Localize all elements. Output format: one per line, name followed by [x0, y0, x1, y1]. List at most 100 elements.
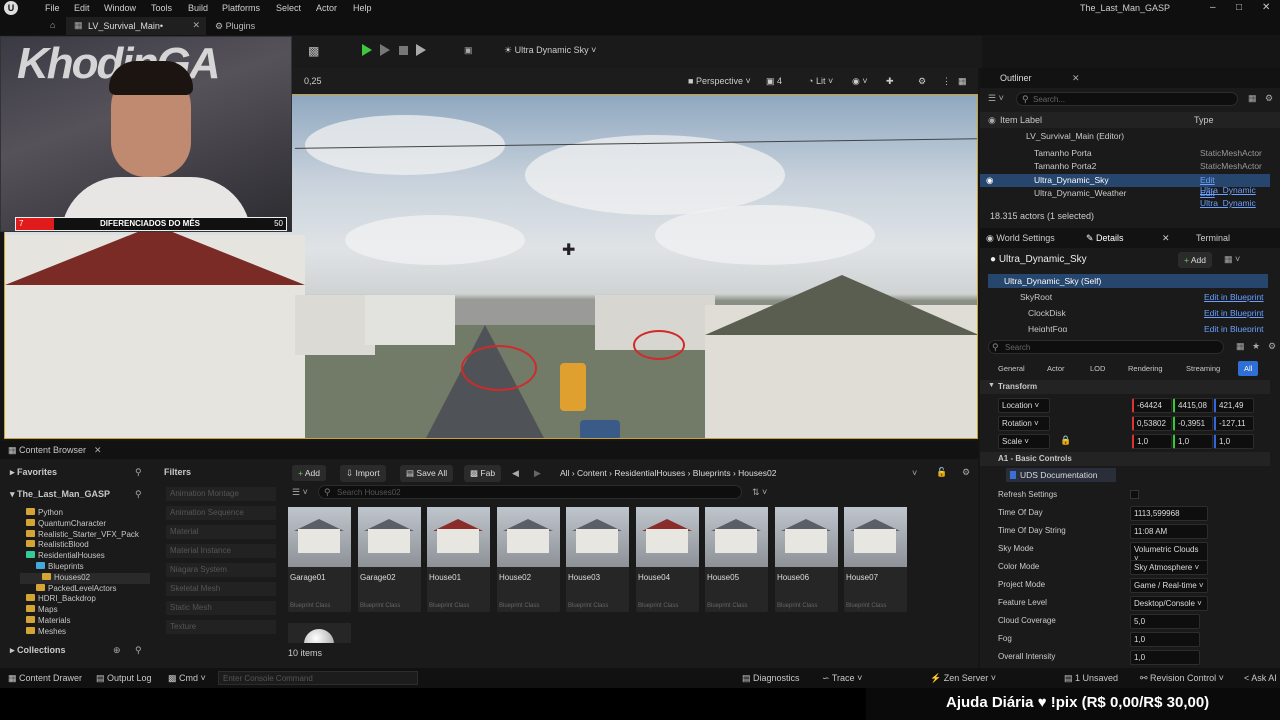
layout-icon[interactable]: ⋮	[942, 76, 951, 87]
tab-terminal[interactable]: Terminal	[1196, 233, 1230, 243]
folder-item[interactable]: Meshes	[20, 626, 150, 638]
select-mode-icon[interactable]: ▩	[308, 44, 319, 58]
filter-icon[interactable]: ☰ ˅	[988, 93, 1004, 104]
tab-close-icon[interactable]: ✕	[192, 20, 200, 31]
table-view-icon[interactable]: ▦	[1236, 341, 1245, 352]
breadcrumb-item[interactable]: Houses02	[738, 468, 776, 478]
camera-icon[interactable]: ▣	[464, 45, 473, 56]
save-all-button[interactable]: ▤ Save All	[400, 465, 454, 482]
asset-tile[interactable]: House04 Blueprint Class	[636, 507, 699, 612]
expand-icon[interactable]: ▼	[988, 382, 995, 389]
overall-intensity-slider[interactable]: 1,0	[1130, 650, 1200, 665]
menu-tools[interactable]: Tools	[151, 3, 172, 13]
zen-server-button[interactable]: ⚡ Zen Server ˅	[930, 673, 996, 684]
rotation-z[interactable]: -127,11	[1214, 416, 1254, 431]
folder-item[interactable]: ResidentialHouses	[20, 551, 150, 562]
component-item[interactable]: HeightFog	[1028, 324, 1067, 332]
asset-tile[interactable]: House06 Blueprint Class	[775, 507, 838, 612]
search-icon[interactable]: ⚲	[135, 489, 142, 500]
asset-tile-partial[interactable]	[288, 623, 351, 643]
asset-tile[interactable]: Garage01 Blueprint Class	[288, 507, 351, 612]
folder-item[interactable]: HDRI_Backdrop	[20, 594, 150, 605]
outliner-search-input[interactable]: Search...	[1016, 92, 1238, 106]
time-of-day-field[interactable]: 1113,599968	[1130, 506, 1208, 521]
minimize-icon[interactable]: –	[1210, 2, 1216, 13]
lit-button[interactable]: ◔ Lit ˅	[808, 76, 833, 86]
outliner-row-selected[interactable]: ◉ Ultra_Dynamic_Sky Edit Ultra_Dynamic	[980, 174, 1270, 195]
add-component-button[interactable]: + Add	[1178, 252, 1212, 268]
cmd-dropdown[interactable]: ▩ Cmd ˅	[168, 673, 206, 684]
menu-window[interactable]: Window	[104, 3, 136, 13]
filter-streaming[interactable]: Streaming	[1186, 364, 1220, 373]
add-folder-icon[interactable]: ▦	[1248, 93, 1257, 104]
asset-tile[interactable]: House03 Blueprint Class	[566, 507, 629, 612]
grid-icon[interactable]: ▦	[958, 76, 967, 87]
tab-plugins[interactable]: ⚙ Plugins	[215, 21, 255, 32]
asset-tile[interactable]: House07 Blueprint Class	[844, 507, 907, 612]
folder-item[interactable]: PackedLevelActors	[20, 583, 150, 595]
search-icon[interactable]: ⚲	[135, 467, 142, 478]
menu-help[interactable]: Help	[353, 3, 372, 13]
basic-controls-header[interactable]: A1 - Basic Controls	[980, 452, 1270, 466]
perspective-button[interactable]: ■ Perspective ˅	[688, 76, 751, 86]
import-button[interactable]: ⇩ Import	[340, 465, 386, 482]
edit-in-blueprint-link[interactable]: Edit in Blueprint	[1204, 292, 1264, 302]
trace-button[interactable]: ∽ Trace ˅	[822, 673, 862, 684]
search-icon[interactable]: ⚲	[135, 645, 142, 656]
component-item[interactable]: SkyRoot	[1020, 292, 1052, 302]
console-input[interactable]: Enter Console Command	[218, 671, 418, 685]
filter-item[interactable]: Material Instance	[166, 544, 276, 558]
add-collection-icon[interactable]: ⊕	[113, 645, 121, 656]
stop-button[interactable]	[399, 46, 408, 55]
color-mode-dropdown[interactable]: Sky Atmosphere ˅	[1130, 560, 1208, 575]
filter-item[interactable]: Static Mesh	[166, 601, 276, 615]
play-button[interactable]	[362, 44, 372, 56]
blueprint-options-icon[interactable]: ▦ ˅	[1224, 254, 1240, 265]
rotation-y[interactable]: -0,3951	[1173, 416, 1213, 431]
tab-details[interactable]: ✎ Details	[1086, 233, 1124, 244]
outliner-row[interactable]: Tamanho Porta2 StaticMeshActor	[980, 161, 1270, 174]
ask-ai-button[interactable]: < Ask AI	[1244, 673, 1277, 683]
location-dropdown[interactable]: Location ˅	[998, 398, 1050, 413]
folder-item[interactable]: Blueprints	[20, 561, 150, 573]
folder-item[interactable]: RealisticBlood	[20, 540, 150, 551]
rotation-x[interactable]: 0,53802	[1132, 416, 1172, 431]
menu-platforms[interactable]: Platforms	[222, 3, 260, 13]
visibility-icon[interactable]: ◉	[988, 115, 996, 126]
feature-level-dropdown[interactable]: Desktop/Console ˅	[1130, 596, 1208, 611]
outliner-row[interactable]: Tamanho Porta StaticMeshActor	[980, 148, 1270, 161]
location-y[interactable]: 4415,08	[1173, 398, 1213, 413]
outliner-row[interactable]: Ultra_Dynamic_Weather Edit Ultra_Dynamic	[980, 188, 1270, 208]
fog-slider[interactable]: 1,0	[1130, 632, 1200, 647]
fov-button[interactable]: ▣ 4	[766, 76, 782, 87]
filter-item[interactable]: Texture	[166, 620, 276, 634]
cb-close-icon[interactable]: ✕	[94, 445, 102, 456]
location-x[interactable]: -64424	[1132, 398, 1172, 413]
selection-gizmo[interactable]	[633, 330, 685, 360]
settings-icon[interactable]: ⚙	[1265, 93, 1273, 104]
scale-x[interactable]: 1,0	[1132, 434, 1172, 449]
add-button[interactable]: + Add	[292, 465, 326, 481]
scale-z[interactable]: 1,0	[1214, 434, 1254, 449]
filter-item[interactable]: Animation Montage	[166, 487, 276, 501]
filter-item[interactable]: Animation Sequence	[166, 506, 276, 520]
menu-actor[interactable]: Actor	[316, 3, 337, 13]
sky-dropdown[interactable]: ☀ Ultra Dynamic Sky ˅	[504, 45, 596, 56]
revision-control-button[interactable]: ⚯ Revision Control ˅	[1140, 673, 1224, 684]
menu-edit[interactable]: Edit	[74, 3, 90, 13]
settings-icon[interactable]: ⚙	[962, 467, 970, 478]
breadcrumb-item[interactable]: ResidentialHouses	[614, 468, 685, 478]
selection-gizmo[interactable]	[461, 345, 537, 391]
filter-item[interactable]: Material	[166, 525, 276, 539]
filter-icon[interactable]: ☰ ˅	[292, 487, 308, 498]
filter-actor[interactable]: Actor	[1047, 364, 1065, 373]
lock-icon[interactable]: 🔒	[1060, 435, 1071, 446]
sort-icon[interactable]: ⇅ ˅	[752, 487, 767, 498]
asset-tile[interactable]: House01 Blueprint Class	[427, 507, 490, 612]
row-type-link[interactable]: Edit Ultra_Dynamic	[1200, 188, 1270, 208]
content-drawer-button[interactable]: ▦ Content Drawer	[8, 673, 82, 684]
menu-select[interactable]: Select	[276, 3, 301, 13]
details-search-input[interactable]: Search	[988, 340, 1224, 354]
filter-item[interactable]: Niagara System	[166, 563, 276, 577]
favorites-header[interactable]: ▸ Favorites	[10, 467, 57, 478]
